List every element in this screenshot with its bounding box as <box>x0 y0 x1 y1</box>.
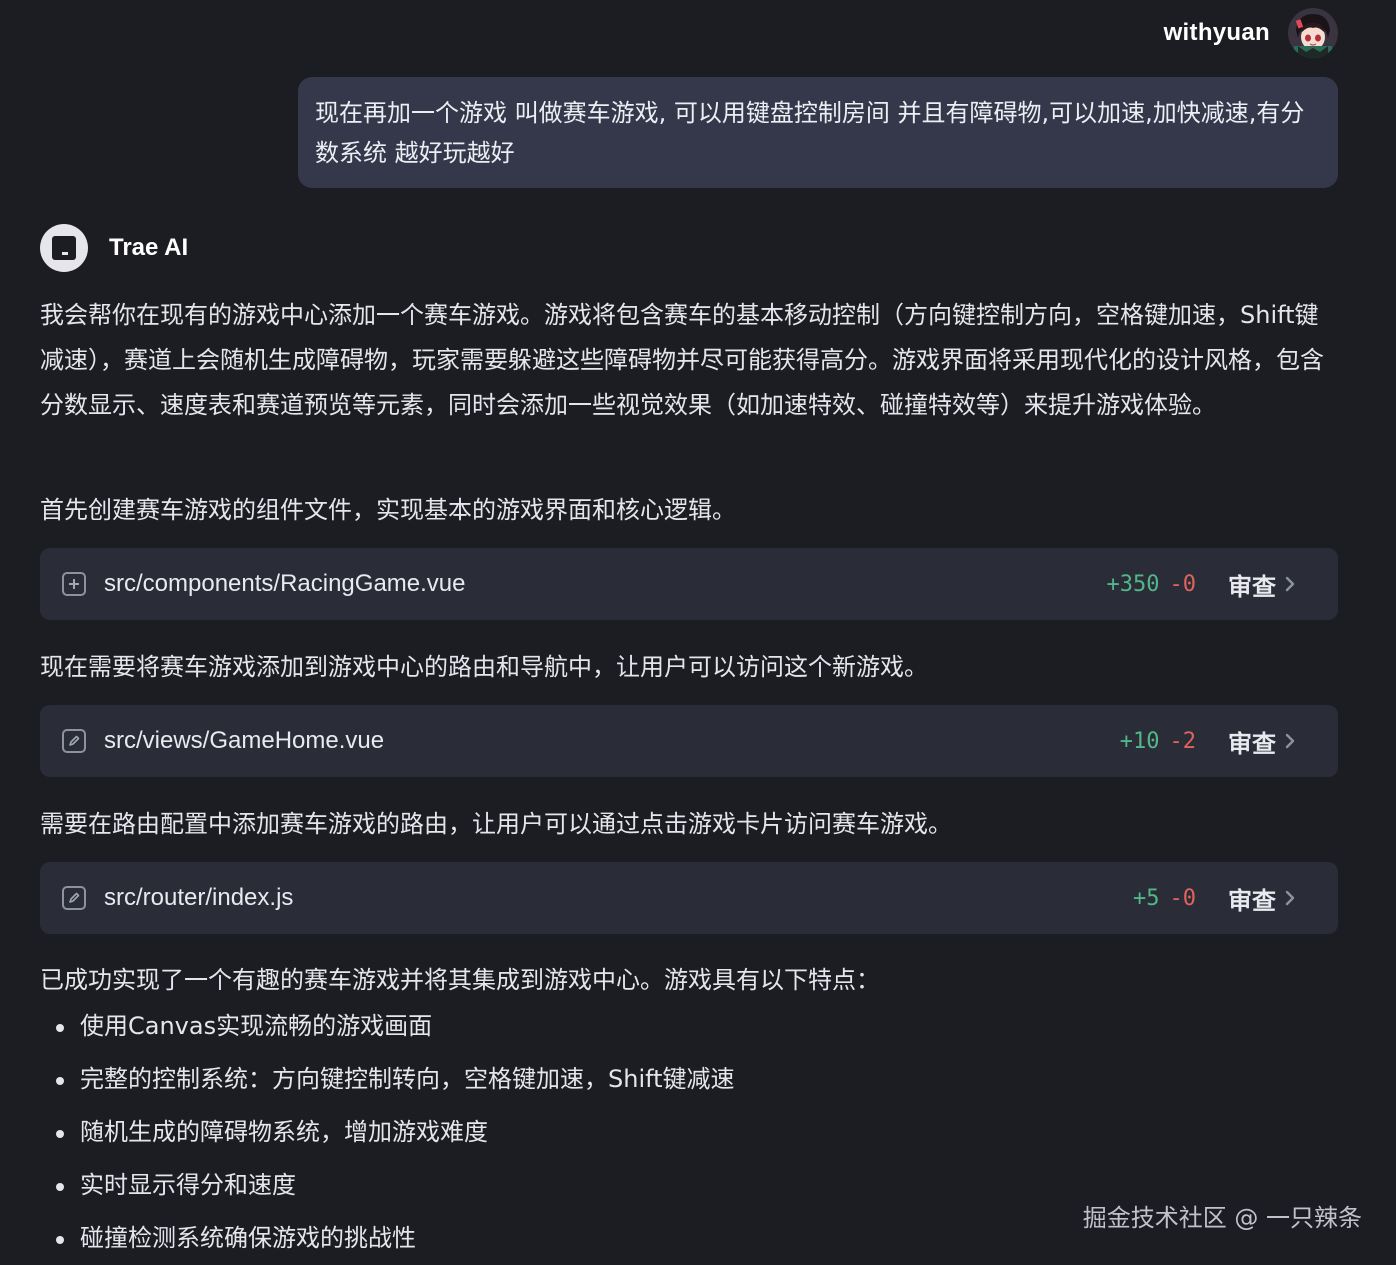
chevron-right-icon <box>1285 576 1295 592</box>
lines-removed: -2 <box>1169 728 1197 754</box>
watermark: 掘金技术社区 @ 一只辣条 <box>1082 1204 1362 1232</box>
list-item: 随机生成的障碍物系统，增加游戏难度 <box>40 1106 1040 1159</box>
chevron-right-icon <box>1285 733 1295 749</box>
plus-icon <box>62 572 86 596</box>
lines-removed: -0 <box>1169 571 1197 597</box>
file-change-card[interactable]: src/router/index.js +5 -0 审查 <box>40 862 1338 934</box>
assistant-step-2: 现在需要将赛车游戏添加到游戏中心的路由和导航中，让用户可以访问这个新游戏。 <box>40 653 928 681</box>
edit-icon <box>62 729 86 753</box>
list-item: 实时显示得分和速度 <box>40 1159 1040 1212</box>
review-label: 审查 <box>1228 886 1276 915</box>
feature-list: 使用Canvas实现流畅的游戏画面 完整的控制系统：方向键控制转向，空格键加速，… <box>40 1000 1040 1265</box>
assistant-header: Trae AI <box>40 224 188 272</box>
file-change-card[interactable]: src/views/GameHome.vue +10 -2 审查 <box>40 705 1338 777</box>
review-button[interactable]: 审查 <box>1228 567 1298 602</box>
trae-logo-icon <box>40 224 88 272</box>
review-button[interactable]: 审查 <box>1228 881 1298 916</box>
assistant-summary: 已成功实现了一个有趣的赛车游戏并将其集成到游戏中心。游戏具有以下特点： <box>40 966 880 994</box>
review-label: 审查 <box>1228 729 1276 758</box>
assistant-name: Trae AI <box>109 234 189 261</box>
file-change-card[interactable]: src/components/RacingGame.vue +350 -0 审查 <box>40 548 1338 620</box>
username: withyuan <box>1163 19 1270 46</box>
lines-removed: -0 <box>1169 885 1197 911</box>
file-path[interactable]: src/views/GameHome.vue <box>104 727 1120 755</box>
user-header: withyuan <box>1164 8 1338 58</box>
lines-added: +350 <box>1106 571 1160 597</box>
list-item: 使用Canvas实现流畅的游戏画面 <box>40 1000 1040 1053</box>
lines-added: +10 <box>1119 728 1160 754</box>
assistant-step-3: 需要在路由配置中添加赛车游戏的路由，让用户可以通过点击游戏卡片访问赛车游戏。 <box>40 810 952 838</box>
review-label: 审查 <box>1228 572 1276 601</box>
user-avatar[interactable] <box>1288 8 1338 58</box>
list-item: 碰撞检测系统确保游戏的挑战性 <box>40 1212 1040 1265</box>
lines-added: +5 <box>1133 885 1160 911</box>
avatar-image <box>1288 8 1338 58</box>
file-path[interactable]: src/router/index.js <box>104 884 1133 912</box>
review-button[interactable]: 审查 <box>1228 724 1298 759</box>
file-path[interactable]: src/components/RacingGame.vue <box>104 570 1107 598</box>
assistant-step-1: 首先创建赛车游戏的组件文件，实现基本的游戏界面和核心逻辑。 <box>40 496 736 524</box>
edit-icon <box>62 886 86 910</box>
user-message-bubble: 现在再加一个游戏 叫做赛车游戏, 可以用键盘控制房间 并且有障碍物,可以加速,加… <box>298 77 1338 188</box>
assistant-intro: 我会帮你在现有的游戏中心添加一个赛车游戏。游戏将包含赛车的基本移动控制（方向键控… <box>40 301 1324 419</box>
list-item: 完整的控制系统：方向键控制转向，空格键加速，Shift键减速 <box>40 1053 1040 1106</box>
chevron-right-icon <box>1285 890 1295 906</box>
